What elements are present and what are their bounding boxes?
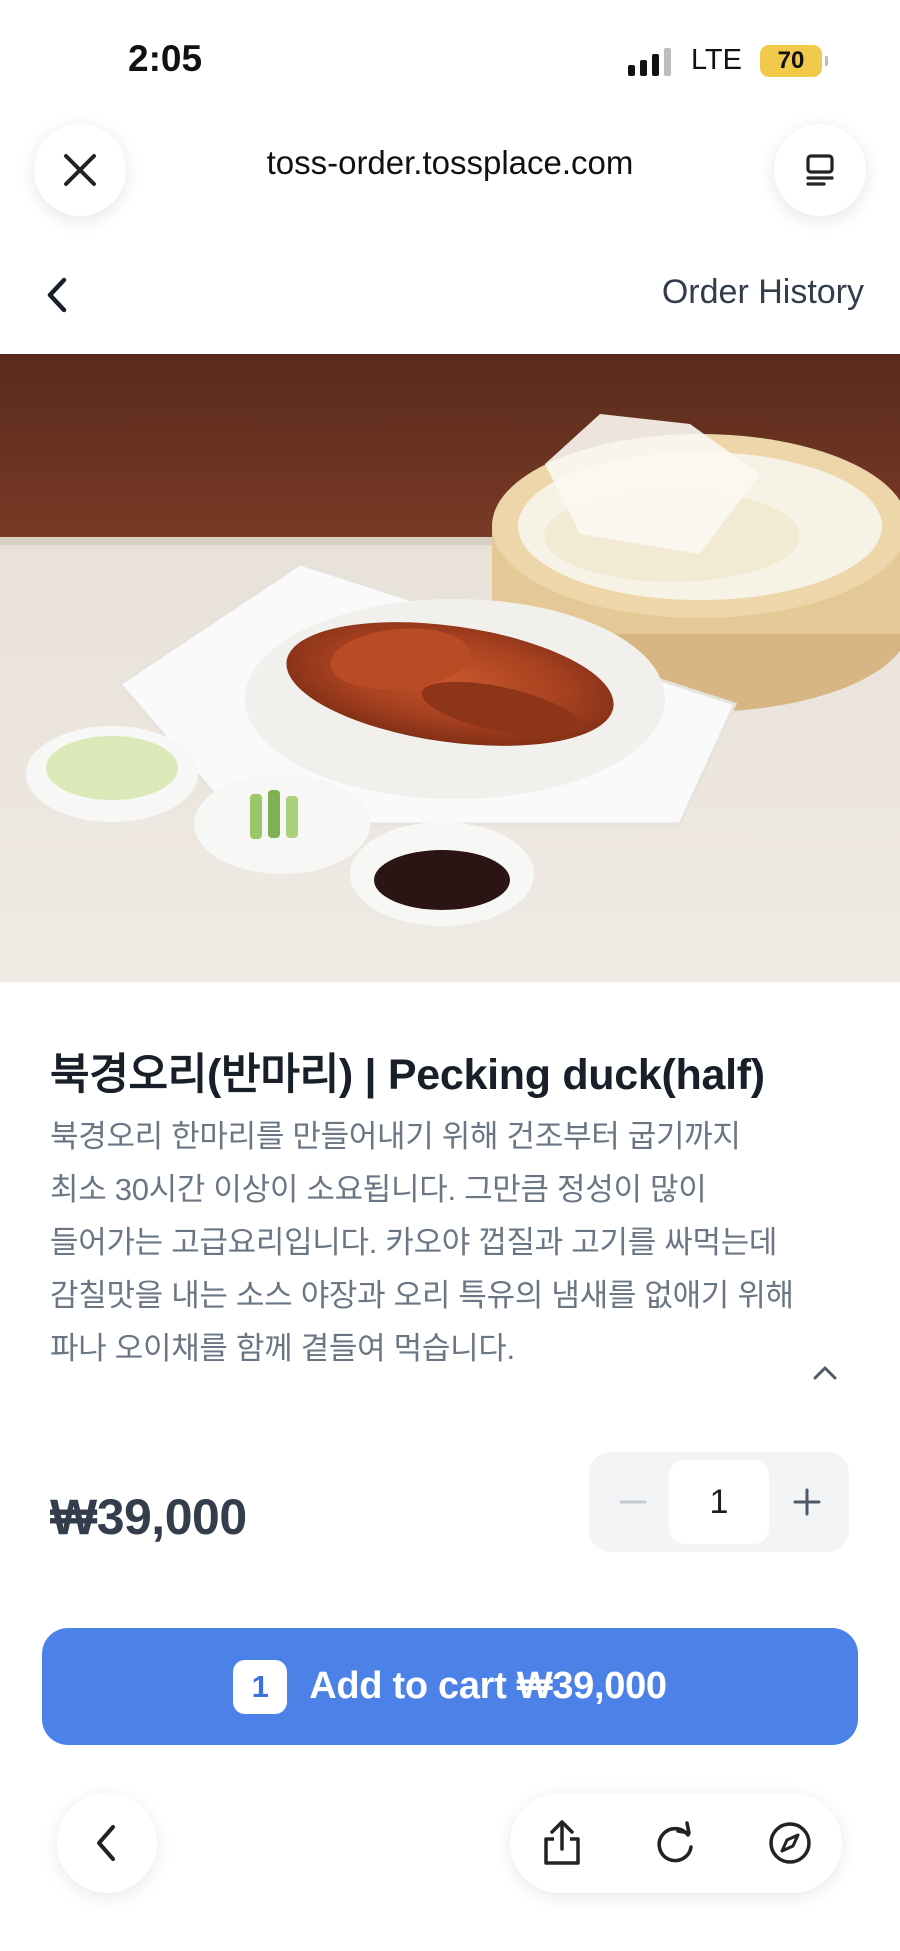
order-history-link[interactable]: Order History: [662, 273, 864, 312]
browser-back-button[interactable]: [57, 1793, 157, 1893]
product-description: 북경오리 한마리를 만들어내기 위해 건조부터 굽기까지 최소 30시간 이상이…: [50, 1110, 860, 1375]
product-page: 2:05 LTE 70 toss-order.tossplace.com Ord…: [0, 0, 900, 1951]
cart-count-badge: 1: [233, 1659, 288, 1714]
product-title: 북경오리(반마리) | Pecking duck(half): [50, 1051, 765, 1099]
reload-icon: [657, 1821, 693, 1863]
add-to-cart-button[interactable]: 1 Add to cart ₩39,000: [42, 1628, 858, 1745]
plus-icon[interactable]: [789, 1484, 825, 1520]
reload-button[interactable]: [652, 1819, 700, 1867]
network-label: LTE: [690, 44, 742, 76]
chevron-left-icon[interactable]: [40, 270, 76, 320]
battery-icon: 70: [760, 44, 828, 77]
quantity-value[interactable]: 1: [669, 1460, 769, 1544]
browser-actions: [510, 1793, 842, 1893]
battery-level: 70: [777, 46, 805, 74]
tabs-icon: [806, 154, 834, 186]
description-line: 파나 오이채를 함께 곁들여 먹습니다.: [50, 1331, 515, 1366]
tabs-button[interactable]: [774, 124, 866, 216]
share-button[interactable]: [538, 1819, 586, 1867]
signal-icon: [627, 46, 671, 76]
share-icon: [544, 1820, 580, 1865]
status-indicators: LTE 70: [627, 44, 828, 77]
quantity-stepper: 1: [589, 1452, 849, 1552]
add-to-cart-label: Add to cart ₩39,000: [309, 1665, 667, 1707]
chevron-up-icon[interactable]: [812, 1363, 838, 1381]
description-line: 최소 30시간 이상이 소요됩니다. 그만큼 정성이 많이: [50, 1172, 707, 1207]
url-bar[interactable]: toss-order.tossplace.com: [0, 144, 900, 182]
chevron-left-icon: [97, 1825, 115, 1861]
product-image: [0, 354, 900, 982]
minus-icon[interactable]: [615, 1484, 651, 1520]
description-line: 북경오리 한마리를 만들어내기 위해 건조부터 굽기까지: [50, 1119, 741, 1154]
description-line: 감칠맛을 내는 소스 야장과 오리 특유의 냄새를 없애기 위해: [50, 1278, 794, 1313]
description-line: 들어가는 고급요리입니다. 카오야 껍질과 고기를 싸먹는데: [50, 1225, 778, 1260]
product-price: ₩39,000: [50, 1489, 247, 1545]
status-time: 2:05: [128, 38, 203, 79]
compass-button[interactable]: [766, 1819, 814, 1867]
compass-icon: [769, 1822, 811, 1864]
